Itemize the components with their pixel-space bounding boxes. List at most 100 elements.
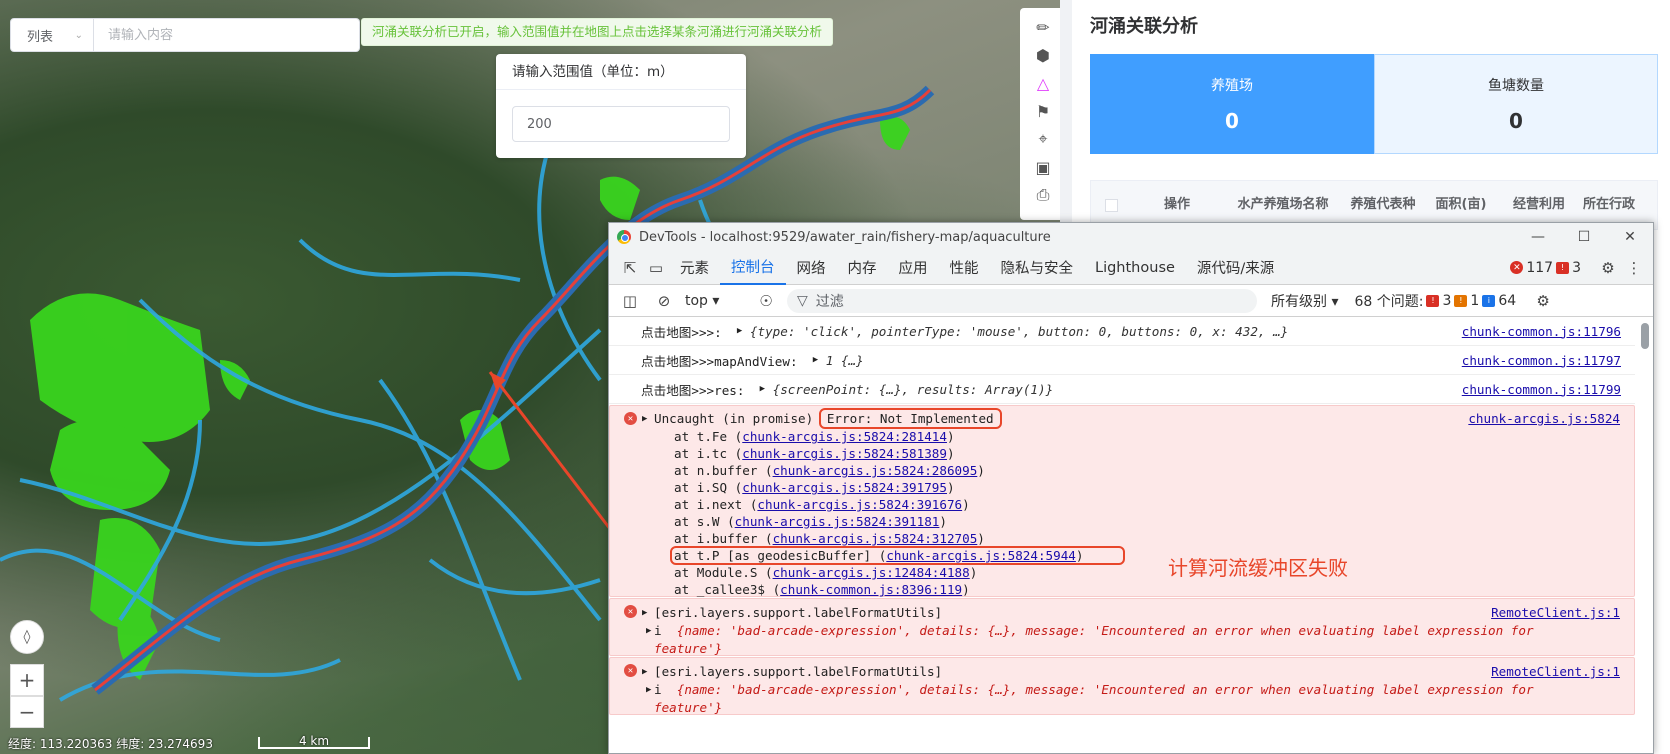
error-detail-text[interactable]: {name: 'bad-arcade-expression', details:… [677, 682, 1534, 697]
expand-triangle-icon[interactable]: ▶ [642, 410, 647, 428]
stat-card-ponds[interactable]: 鱼塘数量 0 [1374, 54, 1658, 154]
console-scrollbar[interactable] [1641, 323, 1649, 349]
measure-icon[interactable]: ✏ [1031, 16, 1055, 38]
tab-network[interactable]: 网络 [786, 251, 837, 285]
error-detail-text: feature'} [654, 700, 723, 715]
inspect-icon[interactable]: ⇱ [617, 255, 643, 281]
stack-end: ) [946, 480, 955, 495]
clear-console-icon[interactable]: ⊘ [651, 288, 677, 314]
stack-link[interactable]: chunk-arcgis.js:5824:312705 [773, 531, 978, 546]
stack-frame: at n.buffer (chunk-arcgis.js:5824:286095… [610, 462, 1634, 479]
console-settings-gear-icon[interactable]: ⚙ [1530, 288, 1556, 314]
crop-icon[interactable]: ▣ [1031, 156, 1055, 178]
stack-fn: at Module.S ( [674, 565, 773, 580]
stack-link[interactable]: chunk-arcgis.js:5824:281414 [742, 429, 947, 444]
stat-card-farms[interactable]: 养殖场 0 [1090, 54, 1374, 154]
stack-link[interactable]: chunk-arcgis.js:5824:581389 [742, 446, 947, 461]
stack-fn: at _callee3$ ( [674, 582, 781, 597]
tab-sources[interactable]: 源代码/来源 [1186, 251, 1285, 285]
warning-count: 3 [1572, 259, 1581, 276]
log-object[interactable]: {screenPoint: {…}, results: Array(1)} [773, 382, 1054, 397]
cube-icon[interactable]: ⬢ [1031, 44, 1055, 66]
error-counter[interactable]: ✕ 117! 3 [1510, 260, 1581, 276]
zoom-controls: ◊ + − [10, 620, 44, 728]
zoom-in-button[interactable]: + [10, 664, 44, 696]
expand-triangle-icon[interactable]: ▶ [642, 604, 647, 622]
polygon-select-icon[interactable]: △ [1031, 72, 1055, 94]
log-level-select[interactable]: 所有级别 ▾ [1271, 291, 1338, 311]
stack-link[interactable]: chunk-arcgis.js:5824:391181 [735, 514, 940, 529]
stack-link[interactable]: chunk-arcgis.js:5824:5944 [886, 548, 1076, 563]
error-message: Error: Not Implemented [818, 408, 1002, 429]
stack-link[interactable]: chunk-arcgis.js:5824:391795 [742, 480, 947, 495]
range-panel: 请输入范围值（单位：m） [496, 54, 746, 158]
minimize-button[interactable]: — [1515, 229, 1561, 245]
log-source-link[interactable]: chunk-common.js:11797 [1462, 353, 1621, 368]
compass-icon[interactable]: ◊ [10, 620, 44, 654]
error-entry: ✕ ▶ [esri.layers.support.labelFormatUtils… [609, 657, 1635, 715]
error-detail-text: feature'} [654, 641, 723, 656]
live-expression-eye-icon[interactable]: ☉ [753, 288, 779, 314]
print-icon[interactable]: ⎙ [1031, 184, 1055, 206]
tab-privacy-security[interactable]: 隐私与安全 [990, 251, 1085, 285]
expand-triangle-icon[interactable]: ▶ [760, 384, 765, 394]
error-head: Uncaught (in promise) [654, 411, 814, 426]
log-object[interactable]: {type: 'click', pointerType: 'mouse', bu… [750, 324, 1288, 339]
stack-link[interactable]: chunk-arcgis.js:12484:4188 [773, 565, 970, 580]
stat-value: 0 [1225, 109, 1239, 133]
expand-triangle-icon[interactable]: ▶ [646, 681, 651, 699]
maximize-button[interactable]: ☐ [1561, 229, 1607, 245]
expand-triangle-icon[interactable]: ▶ [642, 663, 647, 681]
tab-performance[interactable]: 性能 [939, 251, 990, 285]
log-object[interactable]: 1 {…} [826, 353, 864, 368]
filter-input[interactable]: ▽ 过滤 [787, 288, 1257, 313]
log-row: 点击地图>>>: ▶ {type: 'click', pointerType: … [609, 317, 1635, 346]
log-source-link[interactable]: chunk-common.js:11799 [1462, 382, 1621, 397]
zoom-out-button[interactable]: − [10, 696, 44, 728]
device-toggle-icon[interactable]: ▭ [643, 255, 669, 281]
stack-frame: at Module.S (chunk-arcgis.js:12484:4188) [610, 564, 1634, 581]
search-input[interactable] [94, 18, 360, 52]
stack-frame: at _callee3$ (chunk-common.js:8396:119) [610, 581, 1634, 598]
stack-link[interactable]: chunk-arcgis.js:5824:391676 [757, 497, 962, 512]
stack-fn: at i.SQ ( [674, 480, 743, 495]
tab-elements[interactable]: 元素 [669, 251, 720, 285]
stack-end: ) [1075, 548, 1084, 563]
list-select[interactable]: 列表 ⌄ [10, 18, 94, 52]
stack-fn: at t.P [as geodesicBuffer] ( [674, 548, 887, 563]
more-menu-icon[interactable]: ⋮ [1621, 255, 1647, 281]
error-detail: ▶ i {name: 'bad-arcade-expression', detai… [646, 622, 1534, 640]
close-button[interactable]: ✕ [1607, 229, 1653, 245]
issues-counter[interactable]: 68 个问题:! 3! 1 i 64 [1354, 291, 1516, 311]
error-source-link[interactable]: RemoteClient.js:1 [1491, 604, 1620, 622]
tab-application[interactable]: 应用 [888, 251, 939, 285]
log-source-link[interactable]: chunk-common.js:11796 [1462, 324, 1621, 339]
expand-triangle-icon[interactable]: ▶ [646, 622, 651, 640]
stack-end: ) [977, 531, 985, 546]
context-select[interactable]: top ▾ [685, 293, 745, 309]
stat-label: 鱼塘数量 [1488, 78, 1544, 94]
log-prefix: 点击地图>>>: [641, 324, 722, 340]
scale-bar: 4 km [258, 735, 370, 749]
stack-link[interactable]: chunk-common.js:8396:119 [780, 582, 962, 597]
stack-end: ) [969, 565, 978, 580]
expand-triangle-icon[interactable]: ▶ [737, 326, 742, 336]
error-source-link[interactable]: RemoteClient.js:1 [1491, 663, 1620, 681]
range-input[interactable] [512, 106, 730, 142]
error-detail-text[interactable]: {name: 'bad-arcade-expression', details:… [677, 623, 1534, 638]
tab-lighthouse[interactable]: Lighthouse [1084, 251, 1186, 285]
error-source-link[interactable]: chunk-arcgis.js:5824 [1468, 410, 1620, 428]
sidebar-toggle-icon[interactable]: ◫ [617, 288, 643, 314]
settings-gear-icon[interactable]: ⚙ [1595, 255, 1621, 281]
tag-icon[interactable]: ⚑ [1031, 100, 1055, 122]
stack-link[interactable]: chunk-arcgis.js:5824:286095 [773, 463, 978, 478]
locate-icon[interactable]: ⌖ [1031, 128, 1055, 150]
stack-frame: at i.tc (chunk-arcgis.js:5824:581389) [610, 445, 1634, 462]
stack-fn: at i.tc ( [674, 446, 743, 461]
expand-triangle-icon[interactable]: ▶ [813, 355, 818, 365]
issue-error-count: 3 [1442, 292, 1452, 309]
tab-memory[interactable]: 内存 [837, 251, 888, 285]
tab-console[interactable]: 控制台 [720, 251, 786, 285]
stack-frame: at i.SQ (chunk-arcgis.js:5824:391795) [610, 479, 1634, 496]
error-entry: ✕ ▶ Uncaught (in promise) Error: Not Imp… [609, 405, 1635, 597]
